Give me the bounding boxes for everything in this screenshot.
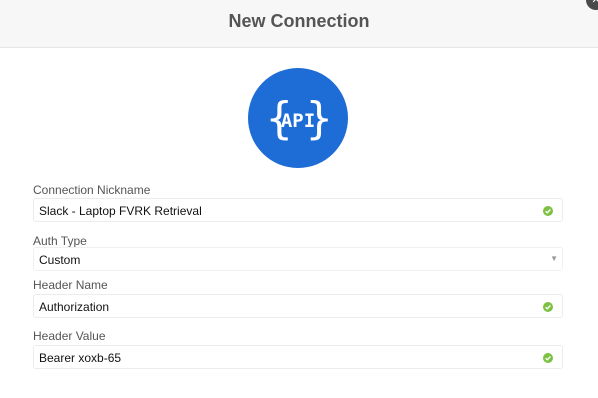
auth-type-label: Auth Type [33,234,87,248]
nickname-label: Connection Nickname [33,183,151,197]
close-icon[interactable]: ✕ [586,0,598,10]
valid-check-icon [543,353,553,363]
header-name-input[interactable]: Authorization [33,294,563,318]
header-value-input[interactable]: Bearer xoxb-65 [33,345,563,369]
nickname-input[interactable]: Slack - Laptop FVRK Retrieval [33,198,563,222]
auth-type-value[interactable]: Custom [39,253,80,267]
dialog-header: New Connection ✕ [0,0,598,48]
dialog-title: New Connection [228,11,370,31]
dropdown-caret-icon[interactable]: ▼ [550,254,558,263]
logo-text: API [281,110,315,132]
header-value-label: Header Value [33,329,106,343]
header-value-value[interactable]: Bearer xoxb-65 [39,351,121,365]
valid-check-icon [543,206,553,216]
nickname-value[interactable]: Slack - Laptop FVRK Retrieval [39,204,202,218]
api-logo-icon: { } API [248,68,348,168]
header-name-label: Header Name [33,278,108,292]
valid-check-icon [543,302,553,312]
auth-type-select[interactable]: Custom ▼ [33,247,563,271]
header-name-value[interactable]: Authorization [39,300,109,314]
